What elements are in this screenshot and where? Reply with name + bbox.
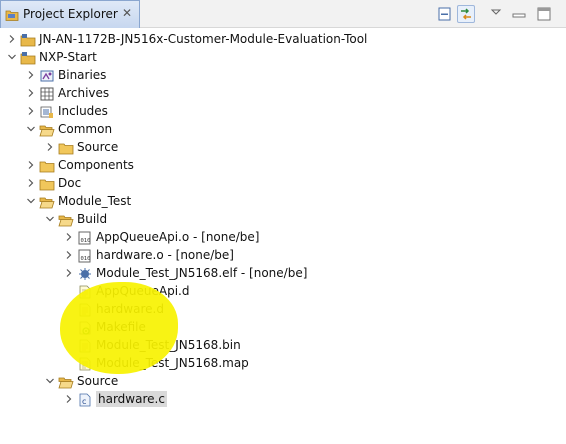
tree-row[interactable]: Components bbox=[0, 156, 566, 174]
svg-text:010: 010 bbox=[81, 256, 91, 262]
tree-row[interactable]: JN-AN-1172B-JN516x-Customer-Module-Evalu… bbox=[0, 30, 566, 48]
tree-row[interactable]: Build bbox=[0, 210, 566, 228]
chevron-right-icon[interactable] bbox=[25, 84, 37, 102]
tree-item-label: Archives bbox=[58, 86, 110, 100]
c-source-icon: c bbox=[77, 392, 93, 407]
chevron-right-icon[interactable] bbox=[44, 138, 56, 156]
maximize-icon bbox=[537, 7, 551, 21]
collapse-all-icon bbox=[438, 7, 451, 21]
chevron-right-icon[interactable] bbox=[25, 66, 37, 84]
tree-row[interactable]: Source bbox=[0, 138, 566, 156]
chevron-right-icon[interactable] bbox=[25, 156, 37, 174]
view-menu-icon bbox=[490, 9, 502, 15]
tree-item-label: JN-AN-1172B-JN516x-Customer-Module-Evalu… bbox=[39, 32, 368, 46]
tree-item-label: AppQueueApi.o - [none/be] bbox=[96, 230, 260, 244]
tree-row[interactable]: Binaries bbox=[0, 66, 566, 84]
chevron-right-icon[interactable] bbox=[63, 264, 75, 282]
chevron-right-icon[interactable] bbox=[25, 174, 37, 192]
chevron-down-icon[interactable] bbox=[6, 48, 18, 66]
collapse-all-button[interactable] bbox=[436, 5, 454, 23]
view-menu-button[interactable] bbox=[488, 4, 506, 22]
svg-text:010: 010 bbox=[81, 238, 91, 244]
link-with-editor-icon bbox=[461, 8, 471, 20]
tree-row[interactable]: c hardware.c bbox=[0, 390, 566, 408]
view-tab-bar: Project Explorer ✕ bbox=[0, 0, 566, 28]
tree-item-label: hardware.o - [none/be] bbox=[96, 248, 234, 262]
folder-open-icon bbox=[58, 374, 74, 389]
tree-item-label: NXP-Start bbox=[39, 50, 97, 64]
tree-row[interactable]: Module_Test bbox=[0, 192, 566, 210]
tree-item-label: Includes bbox=[58, 104, 108, 118]
yellow-highlight-annotation bbox=[60, 282, 178, 374]
binaries-icon bbox=[39, 68, 55, 82]
minimize-button[interactable] bbox=[510, 5, 528, 23]
chevron-right-icon[interactable] bbox=[25, 102, 37, 120]
chevron-right-icon[interactable] bbox=[63, 228, 75, 246]
tree-row[interactable]: Common bbox=[0, 120, 566, 138]
tree-item-label: Source bbox=[77, 140, 119, 154]
includes-icon bbox=[39, 104, 55, 118]
object-file-icon: 010 bbox=[77, 230, 93, 245]
tab-title: Project Explorer bbox=[23, 7, 118, 21]
tree-row[interactable]: 010 hardware.o - [none/be] bbox=[0, 246, 566, 264]
tree-item-label: Doc bbox=[58, 176, 82, 190]
chevron-right-icon[interactable] bbox=[63, 246, 75, 264]
executable-icon bbox=[77, 266, 93, 280]
svg-text:c: c bbox=[82, 397, 86, 406]
tree-row[interactable]: Source bbox=[0, 372, 566, 390]
tree-row[interactable]: Archives bbox=[0, 84, 566, 102]
chevron-right-icon[interactable] bbox=[63, 390, 75, 408]
chevron-down-icon[interactable] bbox=[25, 192, 37, 210]
folder-icon bbox=[58, 140, 74, 155]
link-with-editor-button[interactable] bbox=[457, 5, 475, 23]
tree-row[interactable]: Doc bbox=[0, 174, 566, 192]
tree-row[interactable]: NXP-Start bbox=[0, 48, 566, 66]
folder-open-icon bbox=[39, 194, 55, 209]
folder-open-icon bbox=[39, 122, 55, 137]
project-folder-icon bbox=[20, 32, 36, 47]
maximize-button[interactable] bbox=[535, 5, 553, 23]
tree-item-label: Components bbox=[58, 158, 134, 172]
chevron-down-icon[interactable] bbox=[44, 372, 56, 390]
tree-item-label: Module_Test bbox=[58, 194, 132, 208]
tree-row[interactable]: Includes bbox=[0, 102, 566, 120]
project-explorer-icon bbox=[5, 10, 19, 21]
project-folder-icon bbox=[20, 50, 36, 65]
close-icon[interactable]: ✕ bbox=[119, 4, 135, 22]
tree-item-label: Binaries bbox=[58, 68, 107, 82]
chevron-down-icon[interactable] bbox=[25, 120, 37, 138]
tree-item-label: hardware.c bbox=[96, 391, 167, 407]
object-file-icon: 010 bbox=[77, 248, 93, 263]
archives-icon bbox=[39, 86, 55, 101]
tree-item-label: Build bbox=[77, 212, 108, 226]
folder-icon bbox=[39, 176, 55, 191]
tree-item-label: Module_Test_JN5168.elf - [none/be] bbox=[96, 266, 308, 280]
tree-row[interactable]: Module_Test_JN5168.elf - [none/be] bbox=[0, 264, 566, 282]
folder-open-icon bbox=[58, 212, 74, 227]
project-tree: JN-AN-1172B-JN516x-Customer-Module-Evalu… bbox=[0, 29, 566, 444]
chevron-down-icon[interactable] bbox=[44, 210, 56, 228]
tree-row[interactable]: 010 AppQueueApi.o - [none/be] bbox=[0, 228, 566, 246]
tree-item-label: Source bbox=[77, 374, 119, 388]
minimize-icon bbox=[512, 13, 526, 18]
tree-item-label: Common bbox=[58, 122, 113, 136]
tab-project-explorer[interactable]: Project Explorer ✕ bbox=[0, 0, 140, 28]
folder-icon bbox=[39, 158, 55, 173]
chevron-right-icon[interactable] bbox=[6, 30, 18, 48]
